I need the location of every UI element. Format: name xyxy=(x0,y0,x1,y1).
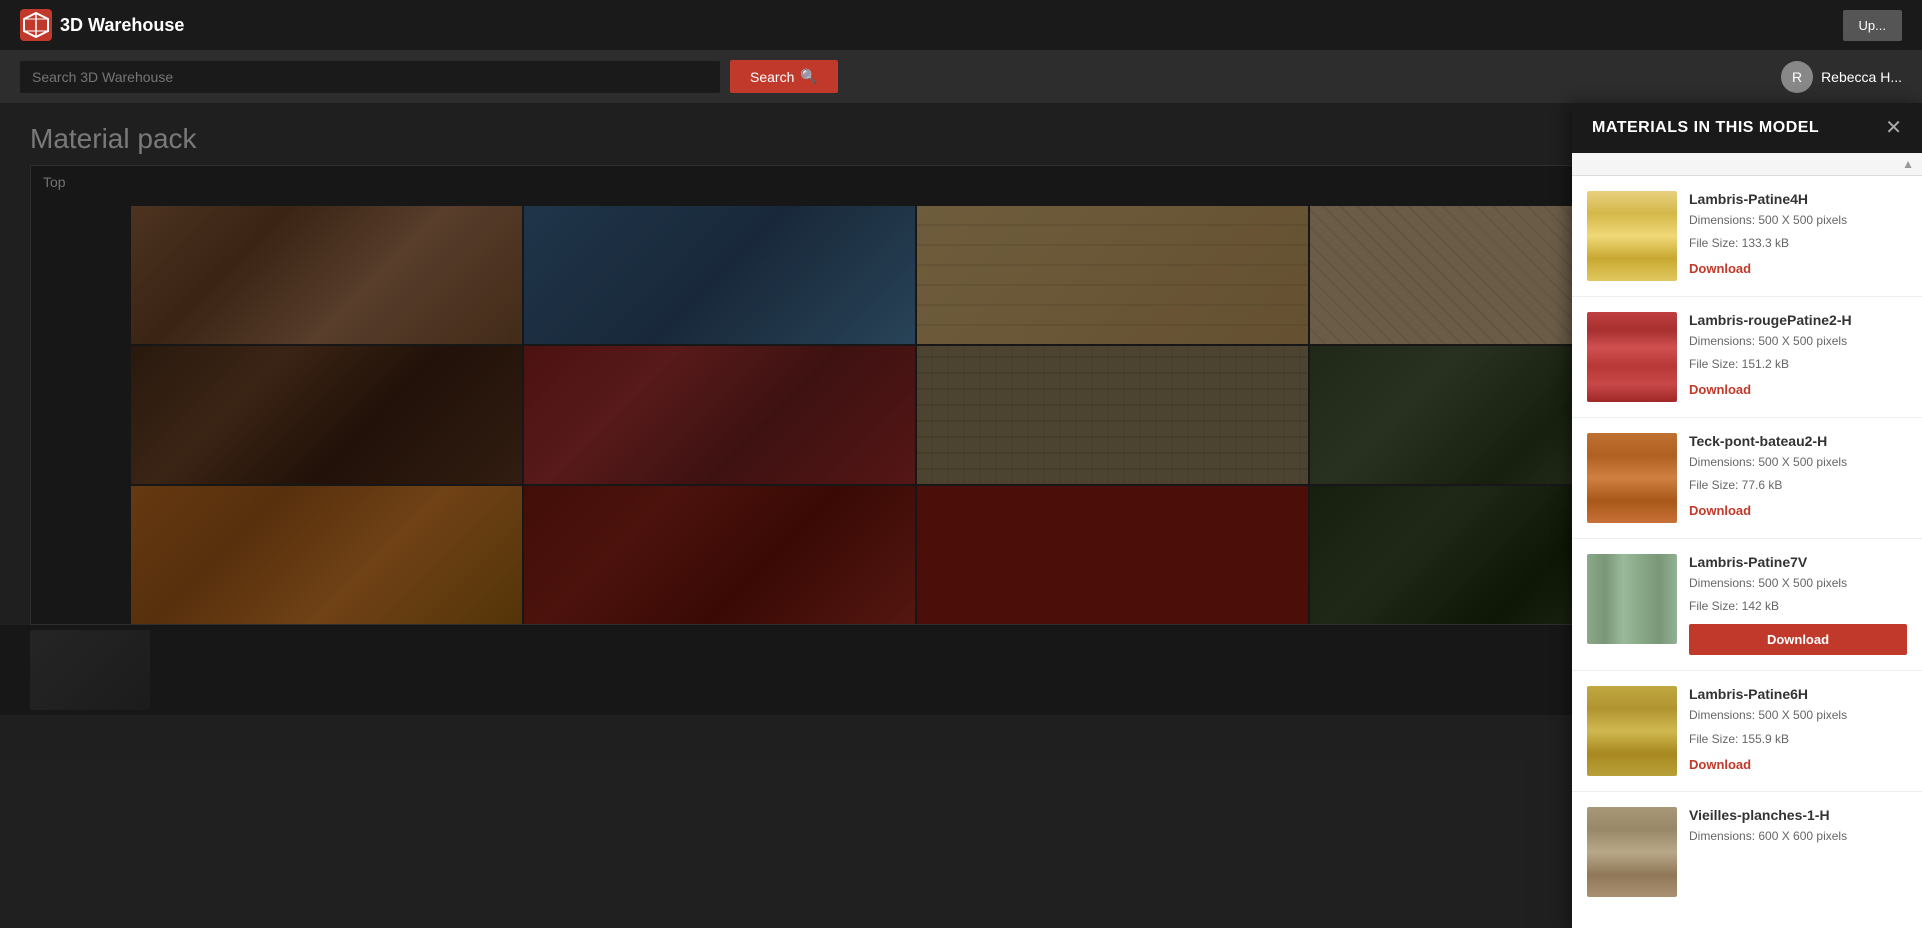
texture-cell xyxy=(131,486,522,624)
username: Rebecca H... xyxy=(1821,69,1902,85)
texture-cell xyxy=(524,206,915,344)
search-icon: 🔍 xyxy=(800,68,817,85)
material-dimensions: Dimensions: 500 X 500 pixels xyxy=(1689,332,1907,351)
texture-cell xyxy=(131,206,522,344)
material-item: Lambris-Patine4H Dimensions: 500 X 500 p… xyxy=(1572,176,1922,297)
texture-cell xyxy=(917,206,1308,344)
material-item: Teck-pont-bateau2-H Dimensions: 500 X 50… xyxy=(1572,418,1922,539)
download-material-button[interactable]: Download xyxy=(1689,378,1907,401)
material-info: Lambris-Patine4H Dimensions: 500 X 500 p… xyxy=(1689,191,1907,280)
logo-text: 3D Warehouse xyxy=(60,15,184,36)
material-filesize: File Size: 151.2 kB xyxy=(1689,355,1907,374)
material-info: Teck-pont-bateau2-H Dimensions: 500 X 50… xyxy=(1689,433,1907,522)
search-label: Search xyxy=(750,69,794,85)
material-filesize: File Size: 142 kB xyxy=(1689,597,1907,616)
material-info: Vieilles-planches-1-H Dimensions: 600 X … xyxy=(1689,807,1907,846)
material-thumbnail xyxy=(1587,191,1677,281)
texture-cell xyxy=(917,486,1308,624)
texture-cell xyxy=(524,486,915,624)
material-dimensions: Dimensions: 500 X 500 pixels xyxy=(1689,706,1907,725)
material-info: Lambris-rougePatine2-H Dimensions: 500 X… xyxy=(1689,312,1907,401)
model-viewer: Top ⤢ xyxy=(30,165,1702,625)
materials-title: MATERIALS IN THIS MODEL xyxy=(1592,119,1819,137)
main-container: Material pack Top ⤢ xyxy=(0,103,1922,928)
texture-cell xyxy=(524,346,915,484)
scroll-indicator: ▲ xyxy=(1572,153,1922,176)
download-material-button[interactable]: Download xyxy=(1689,257,1907,280)
material-filesize: File Size: 77.6 kB xyxy=(1689,476,1907,495)
material-thumbnail xyxy=(1587,807,1677,897)
material-thumbnail xyxy=(1587,554,1677,644)
app-logo[interactable]: 3D Warehouse xyxy=(20,9,184,41)
material-dimensions: Dimensions: 600 X 600 pixels xyxy=(1689,827,1907,846)
material-dimensions: Dimensions: 500 X 500 pixels xyxy=(1689,453,1907,472)
material-name: Lambris-Patine7V xyxy=(1689,554,1907,570)
logo-icon xyxy=(20,9,52,41)
materials-list[interactable]: Lambris-Patine4H Dimensions: 500 X 500 p… xyxy=(1572,176,1922,928)
material-dimensions: Dimensions: 500 X 500 pixels xyxy=(1689,574,1907,593)
header: 3D Warehouse Up... xyxy=(0,0,1922,50)
materials-header: MATERIALS IN THIS MODEL ✕ xyxy=(1572,103,1922,153)
material-thumbnail xyxy=(1587,686,1677,776)
material-name: Lambris-Patine4H xyxy=(1689,191,1907,207)
material-name: Vieilles-planches-1-H xyxy=(1689,807,1907,823)
material-dimensions: Dimensions: 500 X 500 pixels xyxy=(1689,211,1907,230)
material-item: Lambris-Patine6H Dimensions: 500 X 500 p… xyxy=(1572,671,1922,792)
material-item: Vieilles-planches-1-H Dimensions: 600 X … xyxy=(1572,792,1922,912)
material-filesize: File Size: 155.9 kB xyxy=(1689,730,1907,749)
materials-panel: MATERIALS IN THIS MODEL ✕ ▲ Lambris-Pati… xyxy=(1572,103,1922,928)
material-info: Lambris-Patine7V Dimensions: 500 X 500 p… xyxy=(1689,554,1907,655)
material-name: Lambris-rougePatine2-H xyxy=(1689,312,1907,328)
download-material-button[interactable]: Download xyxy=(1689,753,1907,776)
material-item: Lambris-Patine7V Dimensions: 500 X 500 p… xyxy=(1572,539,1922,671)
material-name: Teck-pont-bateau2-H xyxy=(1689,433,1907,449)
content-area: Material pack Top ⤢ xyxy=(0,103,1732,928)
search-button[interactable]: Search 🔍 xyxy=(730,60,838,93)
close-materials-button[interactable]: ✕ xyxy=(1885,118,1902,138)
view-label: Top xyxy=(31,166,78,198)
material-thumbnail xyxy=(1587,312,1677,402)
material-info: Lambris-Patine6H Dimensions: 500 X 500 p… xyxy=(1689,686,1907,775)
user-area: R Rebecca H... xyxy=(1781,61,1902,93)
texture-cell xyxy=(917,346,1308,484)
page-title: Material pack xyxy=(0,103,1732,165)
material-filesize: File Size: 133.3 kB xyxy=(1689,234,1907,253)
download-material-button[interactable]: Download xyxy=(1689,499,1907,522)
scroll-up-icon: ▲ xyxy=(1902,157,1914,171)
download-material-button[interactable]: Download xyxy=(1689,624,1907,655)
upload-button[interactable]: Up... xyxy=(1843,10,1902,41)
search-bar: Search 🔍 R Rebecca H... xyxy=(0,50,1922,103)
bottom-thumbnails xyxy=(0,625,1732,715)
avatar: R xyxy=(1781,61,1813,93)
material-thumbnail xyxy=(1587,433,1677,523)
material-name: Lambris-Patine6H xyxy=(1689,686,1907,702)
texture-grid xyxy=(31,166,1701,624)
material-item: Lambris-rougePatine2-H Dimensions: 500 X… xyxy=(1572,297,1922,418)
texture-cell xyxy=(131,346,522,484)
search-input[interactable] xyxy=(20,61,720,93)
bottom-thumb[interactable] xyxy=(30,630,150,710)
